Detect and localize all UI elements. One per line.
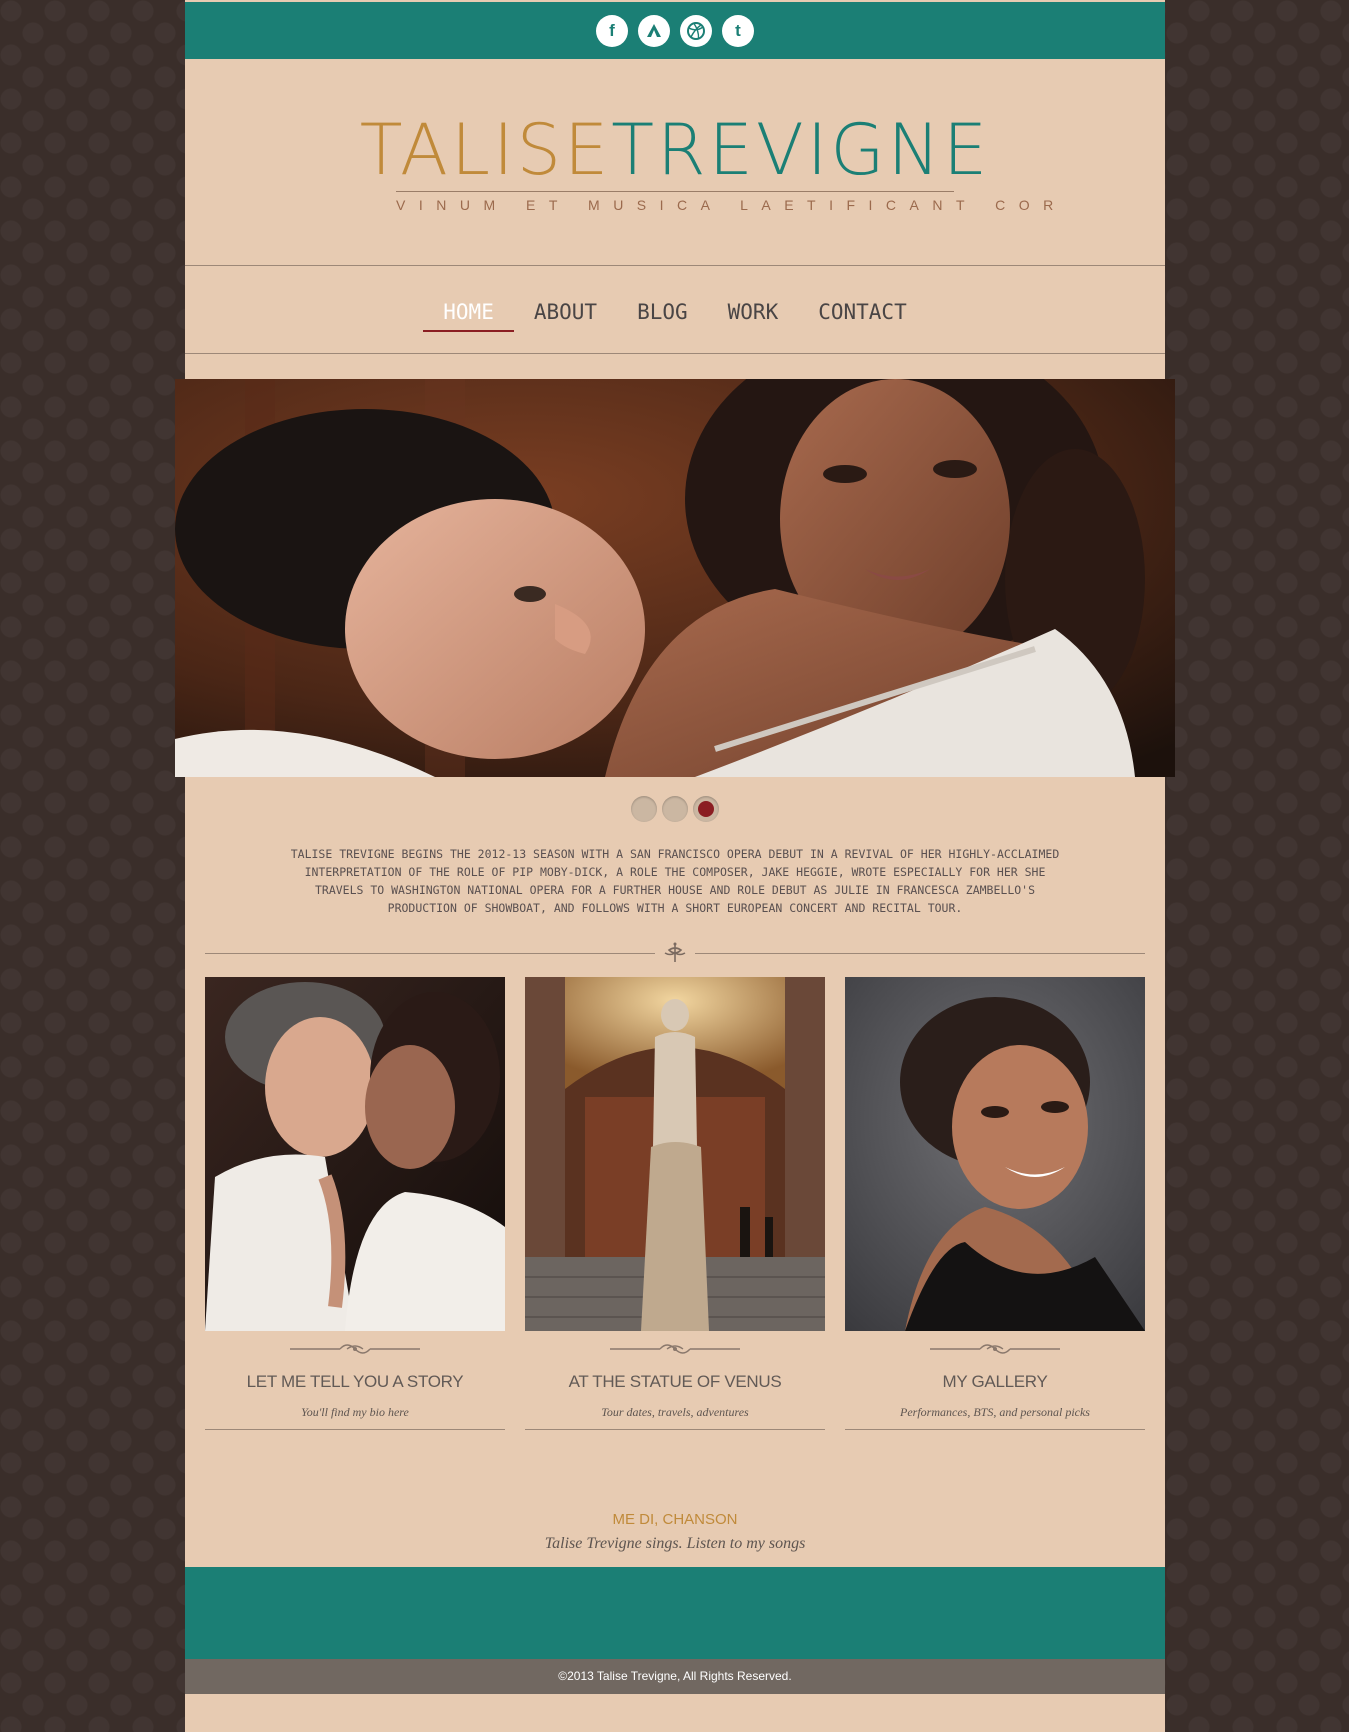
nav-work[interactable]: WORK [708, 296, 799, 332]
card-title[interactable]: MY GALLERY [845, 1367, 1145, 1397]
card-divider [205, 1429, 505, 1430]
couple-photo [205, 977, 505, 1331]
site-logo[interactable]: TALISETREVIGNE [185, 110, 1165, 190]
header-divider [185, 265, 1165, 266]
footer-band [185, 1567, 1165, 1659]
card-title[interactable]: AT THE STATUE OF VENUS [525, 1367, 825, 1397]
card-subtitle: Tour dates, travels, adventures [601, 1405, 749, 1419]
card-divider [525, 1429, 825, 1430]
intro-text: TALISE TREVIGNE BEGINS THE 2012-13 SEASO… [290, 847, 1060, 915]
logo-last-name: TREVIGNE [611, 109, 991, 191]
site-tagline: VINUM ET MUSICA LAETIFICANT COR [396, 197, 1067, 213]
slider-dot-1[interactable] [631, 796, 657, 822]
campsite-icon[interactable] [638, 14, 670, 47]
gallery-card[interactable]: MY GALLERY Performances, BTS, and person… [845, 977, 1145, 1430]
card-subtitle: You'll find my bio here [301, 1405, 409, 1419]
slider-dots [185, 796, 1165, 822]
venus-card[interactable]: AT THE STATUE OF VENUS Tour dates, trave… [525, 977, 825, 1430]
nav-divider [185, 353, 1165, 354]
main-nav: HOME ABOUT BLOG WORK CONTACT [185, 296, 1165, 332]
logo-first-name: TALISE [359, 109, 612, 191]
songs-heading[interactable]: ME DI, CHANSON [185, 1511, 1165, 1528]
facebook-icon[interactable]: f [596, 14, 628, 47]
nav-contact[interactable]: CONTACT [798, 296, 927, 332]
flourish-icon [845, 1331, 1145, 1367]
card-divider [845, 1429, 1145, 1430]
social-bar: f t [185, 2, 1165, 59]
slider-dot-2[interactable] [662, 796, 688, 822]
slider-dot-3[interactable] [693, 796, 719, 822]
card-subtitle: Performances, BTS, and personal picks [900, 1405, 1090, 1419]
copyright-text: ©2013 Talise Trevigne, All Rights Reserv… [185, 1659, 1165, 1694]
page-container: f t TALISETREVIGNE VINUM ET MUSICA LAETI… [175, 0, 1175, 1732]
twitter-icon[interactable]: t [722, 14, 754, 47]
dribbble-icon[interactable] [680, 14, 712, 47]
venus-photo [525, 977, 825, 1331]
ornament-icon [655, 940, 695, 966]
logo-divider [396, 191, 954, 192]
card-title[interactable]: LET ME TELL YOU A STORY [205, 1367, 505, 1397]
flourish-icon [525, 1331, 825, 1367]
songs-subtitle: Talise Trevigne sings. Listen to my song… [544, 1535, 806, 1552]
flourish-icon [205, 1331, 505, 1367]
hero-slider-image [175, 379, 1175, 777]
portrait-photo [845, 977, 1145, 1331]
nav-home[interactable]: HOME [423, 296, 514, 332]
nav-blog[interactable]: BLOG [617, 296, 708, 332]
story-card[interactable]: LET ME TELL YOU A STORY You'll find my b… [205, 977, 505, 1430]
nav-about[interactable]: ABOUT [514, 296, 617, 332]
